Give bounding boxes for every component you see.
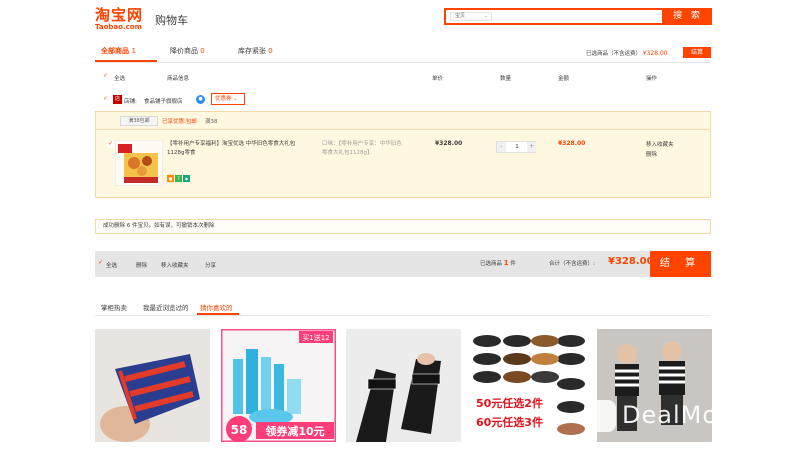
col-amount: 金额	[558, 76, 570, 82]
qty-input[interactable]: 1	[507, 142, 527, 152]
col-unit-price: 单价	[432, 76, 444, 82]
tab-price-drop[interactable]: 降价商品 0	[170, 46, 205, 56]
tab-label: 库存紧张	[238, 47, 266, 55]
tab-label: 降价商品	[170, 47, 198, 55]
dealmoon-watermark: DealMoon	[584, 398, 784, 438]
thumb-coupon-text: 领券减10元	[264, 424, 324, 438]
col-select-all: 全选	[114, 76, 126, 82]
tab-count: 1	[131, 47, 136, 55]
col-quantity: 数量	[500, 76, 512, 82]
thumb-offer-line1: 50元任选2件	[476, 396, 543, 410]
tab-all-items[interactable]: 全部商品 1	[101, 46, 136, 56]
shop-checkbox[interactable]: ✓	[102, 96, 109, 103]
move-to-favorites-link[interactable]: 移入收藏夹	[646, 140, 674, 150]
recommend-item-skincare[interactable]: 买1送12 58 领券减10元	[221, 329, 336, 442]
search-input[interactable]	[496, 11, 656, 22]
promo-tag: 满38包邮	[120, 116, 158, 126]
watermark-text: DealMoon	[622, 401, 750, 429]
qty-increase-button[interactable]: +	[527, 142, 536, 152]
delete-link[interactable]: 删除	[646, 150, 674, 160]
selected-price: ¥328.00	[642, 50, 668, 57]
total-price: ¥328.00	[608, 256, 654, 267]
bottom-select-all-checkbox[interactable]: ✓	[97, 260, 104, 267]
settle-button[interactable]: 结 算	[650, 251, 711, 277]
search-scope-select[interactable]: 宝贝 ⌄	[450, 12, 492, 21]
quantity-stepper: - 1 +	[496, 141, 536, 153]
tab-low-stock[interactable]: 库存紧张 0	[238, 46, 273, 56]
recommend-item-sandals[interactable]	[346, 329, 461, 442]
dealmoon-logo-icon	[584, 400, 616, 432]
tab-divider	[95, 62, 711, 63]
tab-count: 0	[200, 47, 205, 55]
chat-icon[interactable]: ●	[196, 95, 205, 104]
thumb-badge-text: 买1送12	[302, 333, 329, 342]
promo-text: 已享优惠:包邮	[162, 119, 197, 125]
shop-label: 店铺:	[124, 99, 137, 105]
promo-threshold: 满38	[205, 119, 218, 125]
bottom-selected-count: 已选商品 1 件	[480, 259, 516, 267]
chevron-down-icon: ⌄	[233, 96, 238, 102]
selected-label: 已选商品	[480, 261, 503, 267]
badge-icon: ■	[167, 175, 174, 182]
item-operations: 移入收藏夹 删除	[646, 140, 674, 160]
search-box: 宝贝 ⌄	[444, 8, 664, 25]
item-title-link[interactable]: 【零补用户专享福利】淘宝优选 中华旧色零食大礼包1128g零食	[167, 140, 312, 158]
item-total: ¥328.00	[558, 140, 586, 147]
bottom-delete-button[interactable]: 删除	[136, 261, 147, 269]
item-badges: ■ 7 ◆	[167, 175, 191, 182]
selected-summary: 已选商品（不含运费） ¥328.00	[586, 49, 668, 57]
shop-name-link[interactable]: 食品铺子旗舰店	[144, 97, 183, 105]
tmall-shop-icon: 店	[113, 95, 122, 104]
badge-icon: ◆	[183, 175, 190, 182]
item-image[interactable]	[115, 140, 163, 186]
recommend-divider	[95, 315, 711, 316]
search-scope-label: 宝贝	[455, 13, 466, 19]
tab-guess-you-like[interactable]: 猜你喜欢的	[200, 302, 233, 312]
coupon-label: 优惠券	[215, 96, 232, 102]
item-checkbox[interactable]: ✓	[107, 141, 114, 148]
coupon-dropdown[interactable]: 优惠券 ⌄	[211, 93, 245, 105]
settle-button-top[interactable]: 结算	[683, 47, 711, 58]
tab-active-underline	[95, 60, 157, 62]
col-product-info: 商品信息	[167, 76, 190, 82]
recommend-item-shoes-kid[interactable]	[95, 329, 210, 442]
tab-count: 0	[268, 47, 273, 55]
qty-decrease-button[interactable]: -	[497, 142, 506, 152]
logo-cn-text: 淘宝网	[95, 6, 144, 24]
bottom-share-button[interactable]: 分享	[205, 261, 216, 269]
search-button[interactable]: 搜 索	[664, 8, 712, 25]
tab-recently-viewed[interactable]: 我最近浏览过的	[143, 302, 189, 312]
tab-label: 全部商品	[101, 47, 129, 55]
bottom-select-all-label[interactable]: 全选	[106, 261, 117, 269]
chevron-down-icon: ⌄	[483, 13, 488, 19]
recommend-item-men-shoes[interactable]: 50元任选2件 60元任选3件	[471, 329, 586, 442]
recommend-active-underline	[197, 313, 239, 315]
badge-icon: 7	[175, 175, 182, 182]
page-title: 购物车	[155, 14, 188, 27]
item-unit-price: ¥328.00	[435, 140, 463, 147]
logo-en-text: Taobao.com	[95, 23, 142, 31]
thumb-price-text: 58	[231, 423, 248, 437]
select-all-checkbox[interactable]: ✓	[102, 73, 109, 80]
total-label: 合计（不含运费）:	[549, 261, 595, 267]
item-spec: 口味：【零补用户专享：中华旧色零食大礼包1128g】	[322, 141, 402, 156]
delete-notice: 成功删除 6 件宝贝，如有误，可撤销本次删除	[95, 219, 711, 234]
bottom-move-fav-button[interactable]: 移入收藏夹	[161, 261, 189, 269]
thumb-offer-line2: 60元任选3件	[476, 415, 543, 429]
col-operation: 操作	[646, 76, 658, 82]
selected-label: 已选商品（不含运费）	[586, 51, 642, 57]
selected-unit: 件	[510, 261, 516, 267]
tab-shop-hot[interactable]: 掌柜热卖	[101, 302, 127, 312]
selected-count: 1	[503, 259, 509, 267]
taobao-logo[interactable]: 淘宝网 Taobao.com	[95, 8, 151, 32]
